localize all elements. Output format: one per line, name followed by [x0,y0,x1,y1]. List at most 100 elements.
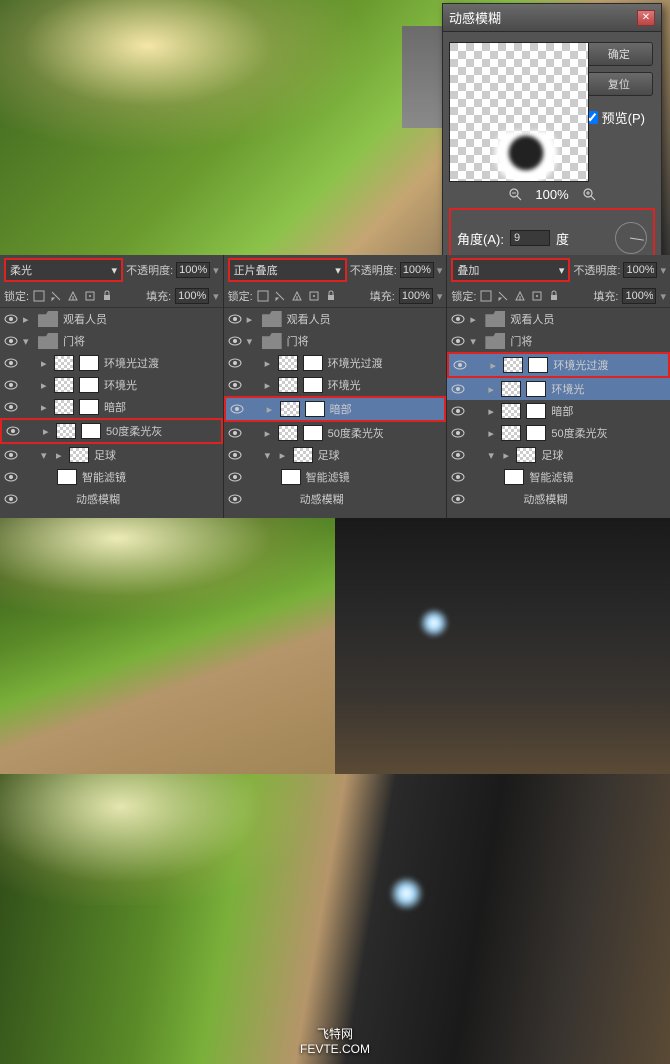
zoom-in-icon[interactable] [581,186,597,202]
chevron-icon[interactable]: ▸ [247,313,257,326]
chevron-icon[interactable]: ▾ [41,449,51,462]
angle-dial[interactable] [615,222,647,254]
visibility-icon[interactable] [228,312,242,326]
visibility-icon[interactable] [228,448,242,462]
layer-row[interactable]: ▸环境光 [447,378,670,400]
visibility-icon[interactable] [451,426,465,440]
layer-row[interactable]: ▾门将 [224,330,447,352]
visibility-icon[interactable] [451,404,465,418]
layer-row[interactable]: ▾▸足球 [224,444,447,466]
blur-preview[interactable] [449,42,589,182]
layer-row[interactable]: 动感模糊 [447,488,670,510]
chevron-icon[interactable]: ▸ [470,313,480,326]
layer-row[interactable]: 智能滤镜 [0,466,223,488]
link-icon: ▸ [43,425,51,438]
close-icon[interactable]: ✕ [637,10,655,26]
chevron-icon[interactable]: ▾ [247,335,257,348]
mask-thumb [528,357,548,373]
ok-button[interactable]: 确定 [585,42,653,66]
angle-input[interactable] [510,230,550,246]
blend-mode-select[interactable]: 叠加▾ [451,258,570,282]
visibility-icon[interactable] [453,358,467,372]
dialog-titlebar[interactable]: 动感模糊 ✕ [443,4,661,32]
layer-row[interactable]: ▸环境光过渡 [447,352,670,378]
layer-row[interactable]: ▸观看人员 [0,308,223,330]
visibility-icon[interactable] [228,334,242,348]
blend-mode-select[interactable]: 正片叠底▾ [228,258,347,282]
layer-thumb [280,401,300,417]
layer-row[interactable]: ▸暗部 [0,396,223,418]
visibility-icon[interactable] [6,424,20,438]
lock-icons[interactable] [480,290,560,302]
reset-button[interactable]: 复位 [585,72,653,96]
visibility-icon[interactable] [4,400,18,414]
layer-row[interactable]: ▸观看人员 [447,308,670,330]
layer-name: 暗部 [330,401,441,417]
visibility-icon[interactable] [4,492,18,506]
visibility-icon[interactable] [230,402,244,416]
layer-row[interactable]: ▸暗部 [224,396,447,422]
layer-row[interactable]: 智能滤镜 [447,466,670,488]
dialog-title: 动感模糊 [449,8,501,27]
link-icon: ▸ [503,449,511,462]
layer-name: 环境光过渡 [104,355,219,371]
result-stadium [0,518,335,774]
layer-row[interactable]: ▸环境光过渡 [0,352,223,374]
visibility-icon[interactable] [4,378,18,392]
visibility-icon[interactable] [451,492,465,506]
chevron-icon[interactable]: ▸ [23,313,33,326]
visibility-icon[interactable] [228,356,242,370]
chevron-icon[interactable]: ▾ [470,335,480,348]
visibility-icon[interactable] [451,334,465,348]
opacity-input[interactable] [400,262,434,278]
lock-icons[interactable] [33,290,113,302]
layer-row[interactable]: ▸观看人员 [224,308,447,330]
link-icon: ▸ [56,449,64,462]
zoom-out-icon[interactable] [507,186,523,202]
fill-input[interactable] [399,288,433,304]
visibility-icon[interactable] [4,470,18,484]
lock-icons[interactable] [257,290,337,302]
visibility-icon[interactable] [228,492,242,506]
layer-row[interactable]: 智能滤镜 [224,466,447,488]
layer-row[interactable]: ▸50度柔光灰 [447,422,670,444]
visibility-icon[interactable] [451,448,465,462]
visibility-icon[interactable] [4,312,18,326]
layer-row[interactable]: ▾门将 [0,330,223,352]
layer-row[interactable]: 动感模糊 [0,488,223,510]
fill-input[interactable] [175,288,209,304]
opacity-label: 不透明度: [350,262,397,278]
layer-row[interactable]: ▸50度柔光灰 [0,418,223,444]
layer-row[interactable]: ▾▸足球 [447,444,670,466]
visibility-icon[interactable] [451,312,465,326]
fill-input[interactable] [622,288,656,304]
layer-row[interactable]: ▸暗部 [447,400,670,422]
layer-row[interactable]: ▸环境光 [0,374,223,396]
visibility-icon[interactable] [451,382,465,396]
chevron-icon[interactable]: ▾ [23,335,33,348]
blend-mode-select[interactable]: 柔光▾ [4,258,123,282]
chevron-icon[interactable]: ▾ [488,449,498,462]
visibility-icon[interactable] [4,356,18,370]
layer-row[interactable]: 动感模糊 [224,488,447,510]
layer-row[interactable]: ▸环境光 [224,374,447,396]
visibility-icon[interactable] [228,470,242,484]
filter-mask-thumb [57,469,77,485]
angle-unit: 度 [556,229,569,248]
layer-row[interactable]: ▾▸足球 [0,444,223,466]
visibility-icon[interactable] [4,448,18,462]
layer-row[interactable]: ▸50度柔光灰 [224,422,447,444]
opacity-input[interactable] [623,262,657,278]
preview-label: 预览(P) [602,108,645,127]
chevron-icon[interactable]: ▾ [265,449,275,462]
visibility-icon[interactable] [228,426,242,440]
preview-checkbox-row[interactable]: 预览(P) [585,108,645,127]
layers-panels-row: 柔光▾ 不透明度: ▾锁定: 填充: ▾▸观看人员▾门将▸环境光过渡▸环境光▸暗… [0,255,670,518]
layer-row[interactable]: ▸环境光过渡 [224,352,447,374]
visibility-icon[interactable] [4,334,18,348]
visibility-icon[interactable] [451,470,465,484]
layer-thumb [278,425,298,441]
opacity-input[interactable] [176,262,210,278]
visibility-icon[interactable] [228,378,242,392]
layer-row[interactable]: ▾门将 [447,330,670,352]
